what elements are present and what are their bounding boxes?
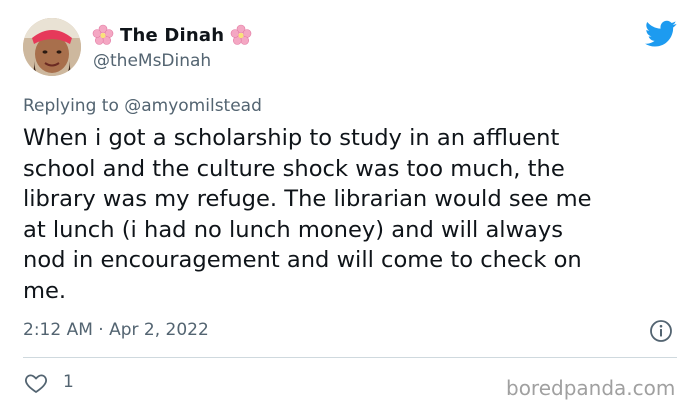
replying-to-line[interactable]: Replying to @amyomilstead (23, 96, 262, 116)
info-icon[interactable] (649, 319, 673, 343)
author-handle[interactable]: @theMsDinah (93, 51, 211, 71)
tweet-text: When i got a scholarship to study in an … (23, 125, 592, 304)
cherry-blossom-icon (92, 24, 114, 45)
heart-icon[interactable] (24, 371, 48, 395)
twitter-bird-icon[interactable] (645, 20, 677, 48)
author-display-name[interactable]: The Dinah (120, 25, 224, 46)
like-count: 1 (63, 372, 74, 392)
author-name-row[interactable]: The Dinah (92, 23, 252, 47)
tweet-timestamp[interactable]: 2:12 AM · Apr 2, 2022 (23, 320, 209, 340)
avatar[interactable] (23, 18, 81, 76)
watermark: boredpanda.com (506, 376, 676, 400)
cherry-blossom-icon (230, 24, 252, 45)
divider (23, 357, 677, 358)
